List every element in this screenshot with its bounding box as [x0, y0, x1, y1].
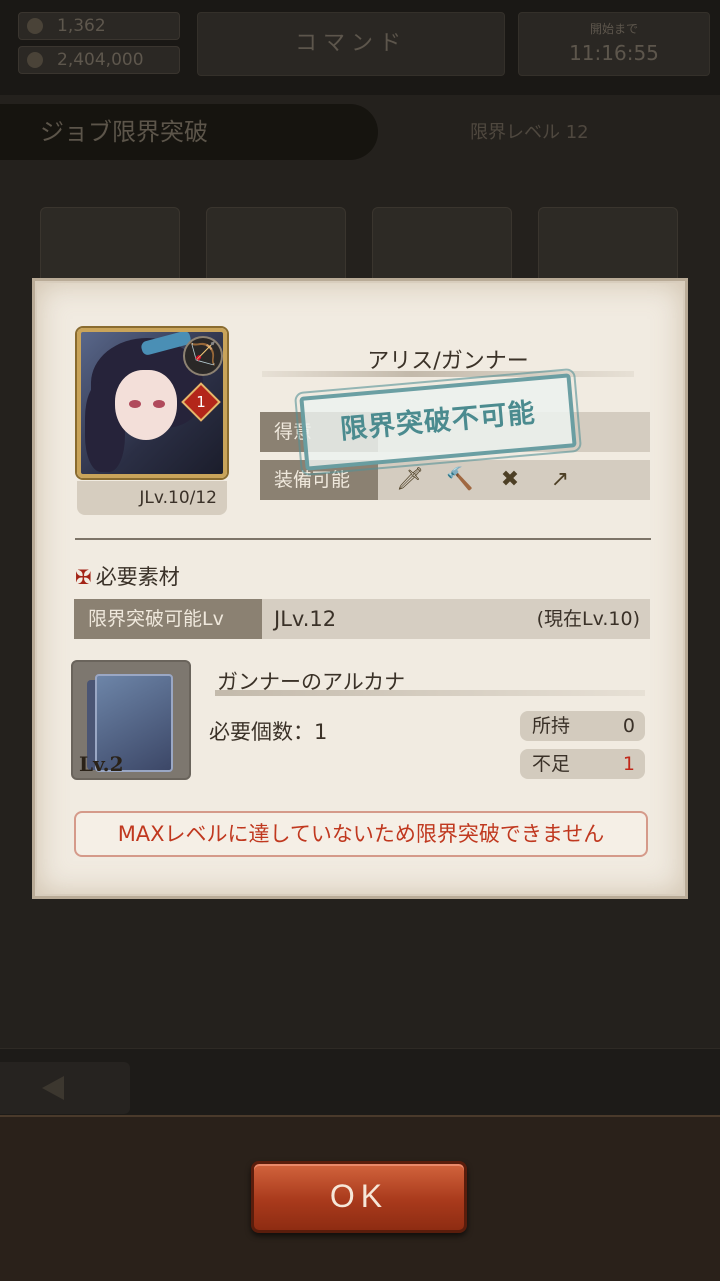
- hammer-icon: 🔨: [446, 467, 474, 492]
- limit-break-dialog: 🏹 1 JLv.10/12 アリス/ガンナー 得意 装備可能 🗡 🔨 ✖ ↗ 限…: [35, 281, 685, 896]
- current-level: (現在Lv.10): [536, 608, 640, 630]
- arcana-item-card: Lv.2: [71, 660, 191, 780]
- warning-message: MAXレベルに達していないため限界突破できません: [74, 811, 648, 857]
- shortage-count-pill: 不足 1: [520, 749, 645, 779]
- footer-bar: OK: [0, 1115, 720, 1281]
- back-arrow-icon: [42, 1076, 64, 1100]
- coin-icon: [27, 52, 43, 68]
- bg-character-tile: [40, 207, 180, 287]
- page-title-tab: ジョブ限界突破: [0, 104, 378, 160]
- arcana-underline: [215, 690, 645, 696]
- back-button: [0, 1062, 130, 1114]
- event-timer: 開始まで 11:16:55: [518, 12, 710, 76]
- cannot-limit-break-stamp: 限界突破不可能: [294, 366, 582, 478]
- bg-character-tile: [372, 207, 512, 287]
- owned-count-pill: 所持 0: [520, 711, 645, 741]
- name-underline: [262, 371, 634, 377]
- required-count: 必要個数：1: [209, 720, 328, 744]
- required-level-row: 限界突破可能Lv JLv.12 (現在Lv.10): [74, 599, 650, 639]
- required-materials-heading: ✠ 必要素材: [75, 565, 180, 589]
- bow-icon: 🏹: [183, 336, 223, 376]
- bg-character-tile: [538, 207, 678, 287]
- ok-button[interactable]: OK: [251, 1161, 467, 1233]
- sword-icon: 🗡: [396, 467, 424, 492]
- gem-icon: [27, 18, 43, 34]
- header-command: コマンド: [197, 12, 505, 76]
- divider: [75, 538, 651, 540]
- limit-level-label: 限界レベル 12: [470, 122, 589, 143]
- bg-character-tile: [206, 207, 346, 287]
- crossbow-icon: ✖: [500, 467, 520, 492]
- cross-mark-icon: ✠: [75, 565, 92, 589]
- character-portrait: 🏹 1: [77, 328, 227, 478]
- required-level-label: 限界突破可能Lv: [74, 599, 262, 639]
- resource-1: 1,362: [18, 12, 180, 40]
- resource-2: 2,404,000: [18, 46, 180, 74]
- arcana-card-level: Lv.2: [79, 752, 124, 776]
- required-level-value: JLv.12: [274, 607, 337, 631]
- spear-icon: ↗: [550, 467, 570, 492]
- job-level: JLv.10/12: [77, 481, 227, 515]
- background-header: 1,362 2,404,000 コマンド 開始まで 11:16:55: [0, 0, 720, 95]
